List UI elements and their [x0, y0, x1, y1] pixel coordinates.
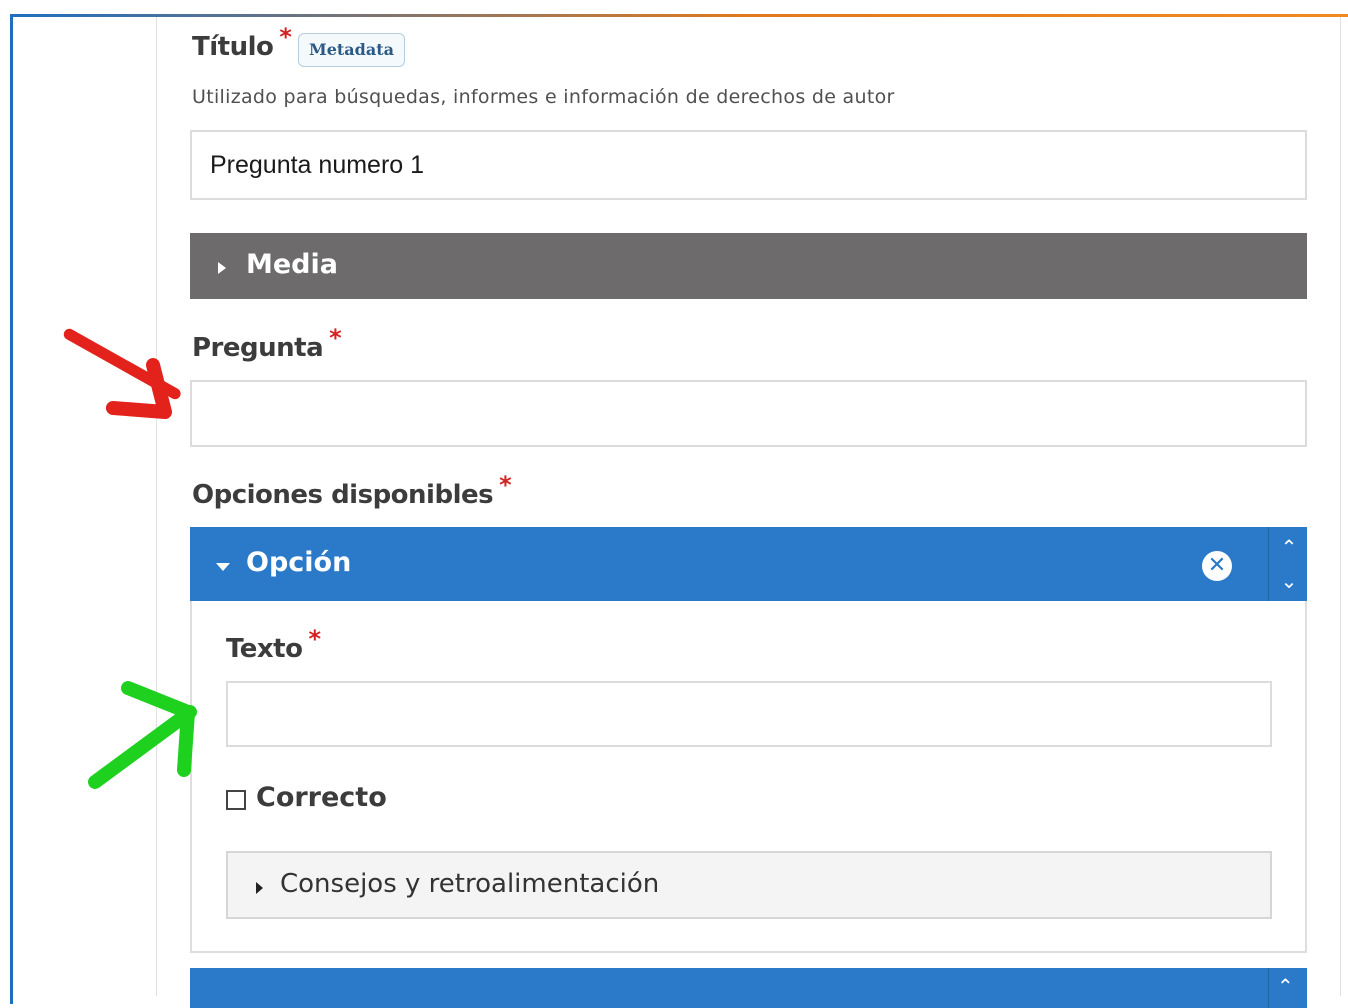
required-star: * — [499, 471, 512, 499]
opcion-header[interactable]: Opción ✕ ⌃ ⌄ — [190, 527, 1307, 601]
titulo-label: Título * — [192, 23, 292, 62]
move-up-icon[interactable]: ⌃ — [1277, 974, 1294, 998]
texto-label: Texto * — [226, 625, 321, 664]
opciones-label: Opciones disponibles * — [192, 471, 512, 510]
consejos-label: Consejos y retroalimentación — [280, 869, 660, 899]
opcion-title: Opción — [246, 547, 352, 578]
caret-right-icon — [256, 882, 263, 894]
order-separator — [1268, 968, 1269, 1008]
next-opcion-header[interactable]: ⌃ — [190, 968, 1307, 1008]
correcto-label: Correcto — [256, 782, 387, 813]
frame-top-border — [13, 14, 1348, 17]
caret-right-icon — [218, 262, 226, 274]
titulo-label-text: Título — [192, 32, 274, 62]
correcto-checkbox[interactable] — [226, 790, 246, 810]
texto-label-text: Texto — [226, 634, 303, 664]
move-down-icon[interactable]: ⌄ — [1277, 569, 1301, 593]
right-divider — [1340, 17, 1341, 996]
media-label: Media — [246, 249, 338, 280]
opciones-label-text: Opciones disponibles — [192, 480, 494, 510]
pregunta-label-text: Pregunta — [192, 333, 324, 363]
required-star: * — [329, 324, 342, 352]
order-separator — [1268, 527, 1269, 601]
media-collapsible[interactable]: Media — [190, 233, 1307, 299]
red-arrow-icon — [63, 328, 181, 419]
metadata-button[interactable]: Metadata — [298, 33, 405, 67]
titulo-input[interactable]: Pregunta numero 1 — [190, 130, 1307, 200]
left-divider — [156, 17, 157, 996]
required-star: * — [308, 625, 321, 653]
remove-option-icon[interactable]: ✕ — [1202, 551, 1232, 581]
required-star: * — [279, 23, 292, 51]
pregunta-label: Pregunta * — [192, 324, 342, 363]
titulo-description: Utilizado para búsquedas, informes e inf… — [192, 86, 895, 108]
green-arrow-icon — [88, 681, 197, 789]
pregunta-input[interactable] — [190, 380, 1307, 447]
consejos-collapsible[interactable]: Consejos y retroalimentación — [226, 851, 1272, 919]
texto-input[interactable] — [226, 681, 1272, 747]
caret-down-icon — [216, 563, 230, 571]
move-up-icon[interactable]: ⌃ — [1277, 535, 1301, 559]
